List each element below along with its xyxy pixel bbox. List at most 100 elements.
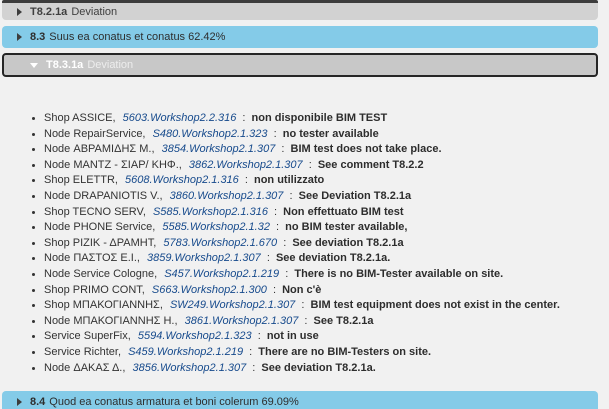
section-label: Deviation (87, 59, 133, 71)
separator: : (258, 330, 261, 342)
accordion-header-8-4[interactable]: 8.4 Quod ea conatus armatura et boni col… (2, 391, 598, 409)
deviation-note: See comment T8.2.2 (318, 159, 424, 171)
workshop-reference-link[interactable]: 3859.Workshop2.1.307 (147, 252, 261, 264)
chevron-right-icon (17, 8, 22, 16)
separator: : (249, 346, 252, 358)
deviation-list-item: Service SuperFix, 5594.Workshop2.1.323 :… (44, 329, 588, 345)
accordion: T8.2.1a Deviation 8.3 Suus ea conatus et… (2, 0, 598, 409)
deviation-list-item: Node RepairService, S480.Workshop2.1.323… (44, 127, 588, 143)
shop-node-name: Node ΜΑΝΤΖ - ΣΙΑΡ/ ΚΗΦ., (44, 159, 182, 171)
accordion-header-8-3[interactable]: 8.3 Suus ea conatus et conatus 62.42% (2, 26, 598, 48)
shop-node-name: Shop TECNO SERV, (44, 206, 146, 218)
chevron-right-icon (17, 33, 22, 41)
deviation-note: See deviation T8.2.1a (292, 237, 403, 249)
shop-node-name: Node RepairService, (44, 128, 146, 140)
deviation-note: See deviation T8.2.1a. (261, 362, 375, 374)
section-number: T8.2.1a (30, 6, 67, 18)
deviation-list-item: Shop ELETTR, 5608.Workshop2.1.316 : non … (44, 173, 588, 189)
deviation-note: BIM test does not take place. (291, 143, 442, 155)
shop-node-name: Node PHONE Service, (44, 221, 155, 233)
workshop-reference-link[interactable]: S585.Workshop2.1.316 (153, 206, 268, 218)
shop-node-name: Service SuperFix, (44, 330, 131, 342)
workshop-reference-link[interactable]: 5603.Workshop2.2.316 (123, 112, 237, 124)
deviation-list-item: Shop ΡΙΖΙΚ - ΔΡΑΜΗΤ, 5783.Workshop2.1.67… (44, 236, 588, 252)
deviation-note: There are no BIM-Testers on site. (258, 346, 431, 358)
workshop-reference-link[interactable]: S480.Workshop2.1.323 (153, 128, 268, 140)
deviation-note: BIM test equipment does not exist in the… (311, 299, 560, 311)
deviation-panel-content: Shop ASSICE, 5603.Workshop2.2.316 : non … (2, 77, 598, 391)
shop-node-name: Shop ELETTR, (44, 174, 118, 186)
deviation-list-item: Node PHONE Service, 5585.Workshop2.1.32 … (44, 220, 588, 236)
workshop-reference-link[interactable]: SW249.Workshop2.1.307 (170, 299, 295, 311)
deviation-list-item: Node DRAPANIOTIS V., 3860.Workshop2.1.30… (44, 189, 588, 205)
separator: : (245, 174, 248, 186)
separator: : (274, 128, 277, 140)
shop-node-name: Shop PRIMO CONT, (44, 284, 145, 296)
deviation-note: no tester available (283, 128, 379, 140)
deviation-note: no BIM tester available, (285, 221, 407, 233)
shop-node-name: Node ΑΒΡΑΜΙΔΗΣ Μ., (44, 143, 155, 155)
deviation-list-item: Shop TECNO SERV, S585.Workshop2.1.316 : … (44, 205, 588, 221)
separator: : (252, 362, 255, 374)
workshop-reference-link[interactable]: 3856.Workshop2.1.307 (132, 362, 246, 374)
section-number: 8.3 (30, 31, 45, 43)
workshop-reference-link[interactable]: S663.Workshop2.1.300 (152, 284, 267, 296)
workshop-reference-link[interactable]: S457.Workshop2.1.219 (164, 268, 279, 280)
workshop-reference-link[interactable]: 3854.Workshop2.1.307 (162, 143, 276, 155)
deviation-list-item: Node ΜΑΝΤΖ - ΣΙΑΡ/ ΚΗΦ., 3862.Workshop2.… (44, 158, 588, 174)
workshop-reference-link[interactable]: 5594.Workshop2.1.323 (138, 330, 252, 342)
shop-node-name: Shop ΜΠΑΚΟΓΙΑΝΝΗΣ, (44, 299, 163, 311)
shop-node-name: Shop ASSICE, (44, 112, 116, 124)
deviation-list-item: Shop PRIMO CONT, S663.Workshop2.1.300 : … (44, 283, 588, 299)
section-label: Deviation (71, 6, 117, 18)
chevron-down-icon (30, 63, 38, 68)
shop-node-name: Node ΜΠΑΚΟΓΙΑΝΝΗΣ Η., (44, 315, 178, 327)
shop-node-name: Node DRAPANIOTIS V., (44, 190, 163, 202)
deviation-note: There is no BIM-Tester available on site… (294, 268, 503, 280)
shop-node-name: Service Richter, (44, 346, 121, 358)
separator: : (281, 143, 284, 155)
separator: : (301, 299, 304, 311)
workshop-reference-link[interactable]: 3861.Workshop2.1.307 (185, 315, 299, 327)
deviation-list-item: Node Service Cologne, S457.Workshop2.1.2… (44, 267, 588, 283)
separator: : (267, 252, 270, 264)
shop-node-name: Node ΠΑΣΤΟΣ Ε.Ι., (44, 252, 140, 264)
workshop-reference-link[interactable]: 3860.Workshop2.1.307 (170, 190, 284, 202)
deviation-note: non disponibile BIM TEST (252, 112, 388, 124)
deviation-list: Shop ASSICE, 5603.Workshop2.2.316 : non … (2, 111, 598, 376)
chevron-right-icon (17, 398, 22, 406)
workshop-reference-link[interactable]: 3862.Workshop2.1.307 (189, 159, 303, 171)
deviation-list-item: Node ΠΑΣΤΟΣ Ε.Ι., 3859.Workshop2.1.307 :… (44, 251, 588, 267)
section-label: Suus ea conatus et conatus 62.42% (49, 31, 225, 43)
deviation-list-item: Shop ΜΠΑΚΟΓΙΑΝΝΗΣ, SW249.Workshop2.1.307… (44, 298, 588, 314)
separator: : (304, 315, 307, 327)
deviation-list-item: Node ΔΑΚΑΣ Δ., 3856.Workshop2.1.307 : Se… (44, 361, 588, 377)
separator: : (242, 112, 245, 124)
deviation-note: See deviation T8.2.1a. (276, 252, 390, 264)
separator: : (289, 190, 292, 202)
shop-node-name: Node ΔΑΚΑΣ Δ., (44, 362, 125, 374)
separator: : (274, 206, 277, 218)
deviation-note: Non c'è (282, 284, 321, 296)
workshop-reference-link[interactable]: 5608.Workshop2.1.316 (125, 174, 239, 186)
separator: : (309, 159, 312, 171)
section-number: 8.4 (30, 396, 45, 408)
shop-node-name: Node Service Cologne, (44, 268, 157, 280)
accordion-header-t831a-expanded[interactable]: T8.3.1a Deviation (2, 53, 598, 77)
separator: : (276, 221, 279, 233)
workshop-reference-link[interactable]: 5783.Workshop2.1.670 (163, 237, 277, 249)
workshop-reference-link[interactable]: S459.Workshop2.1.219 (128, 346, 243, 358)
section-number: T8.3.1a (46, 59, 83, 71)
deviation-list-item: Node ΜΠΑΚΟΓΙΑΝΝΗΣ Η., 3861.Workshop2.1.3… (44, 314, 588, 330)
deviation-note: Non effettuato BIM test (283, 206, 403, 218)
deviation-note: not in use (267, 330, 319, 342)
separator: : (273, 284, 276, 296)
deviation-note: See T8.2.1a (314, 315, 374, 327)
deviation-list-item: Shop ASSICE, 5603.Workshop2.2.316 : non … (44, 111, 588, 127)
section-label: Quod ea conatus armatura et boni colerum… (49, 396, 298, 408)
deviation-note: See Deviation T8.2.1a (299, 190, 412, 202)
workshop-reference-link[interactable]: 5585.Workshop2.1.32 (162, 221, 270, 233)
accordion-header-t821a[interactable]: T8.2.1a Deviation (2, 3, 598, 20)
shop-node-name: Shop ΡΙΖΙΚ - ΔΡΑΜΗΤ, (44, 237, 156, 249)
deviation-list-item: Service Richter, S459.Workshop2.1.219 : … (44, 345, 588, 361)
